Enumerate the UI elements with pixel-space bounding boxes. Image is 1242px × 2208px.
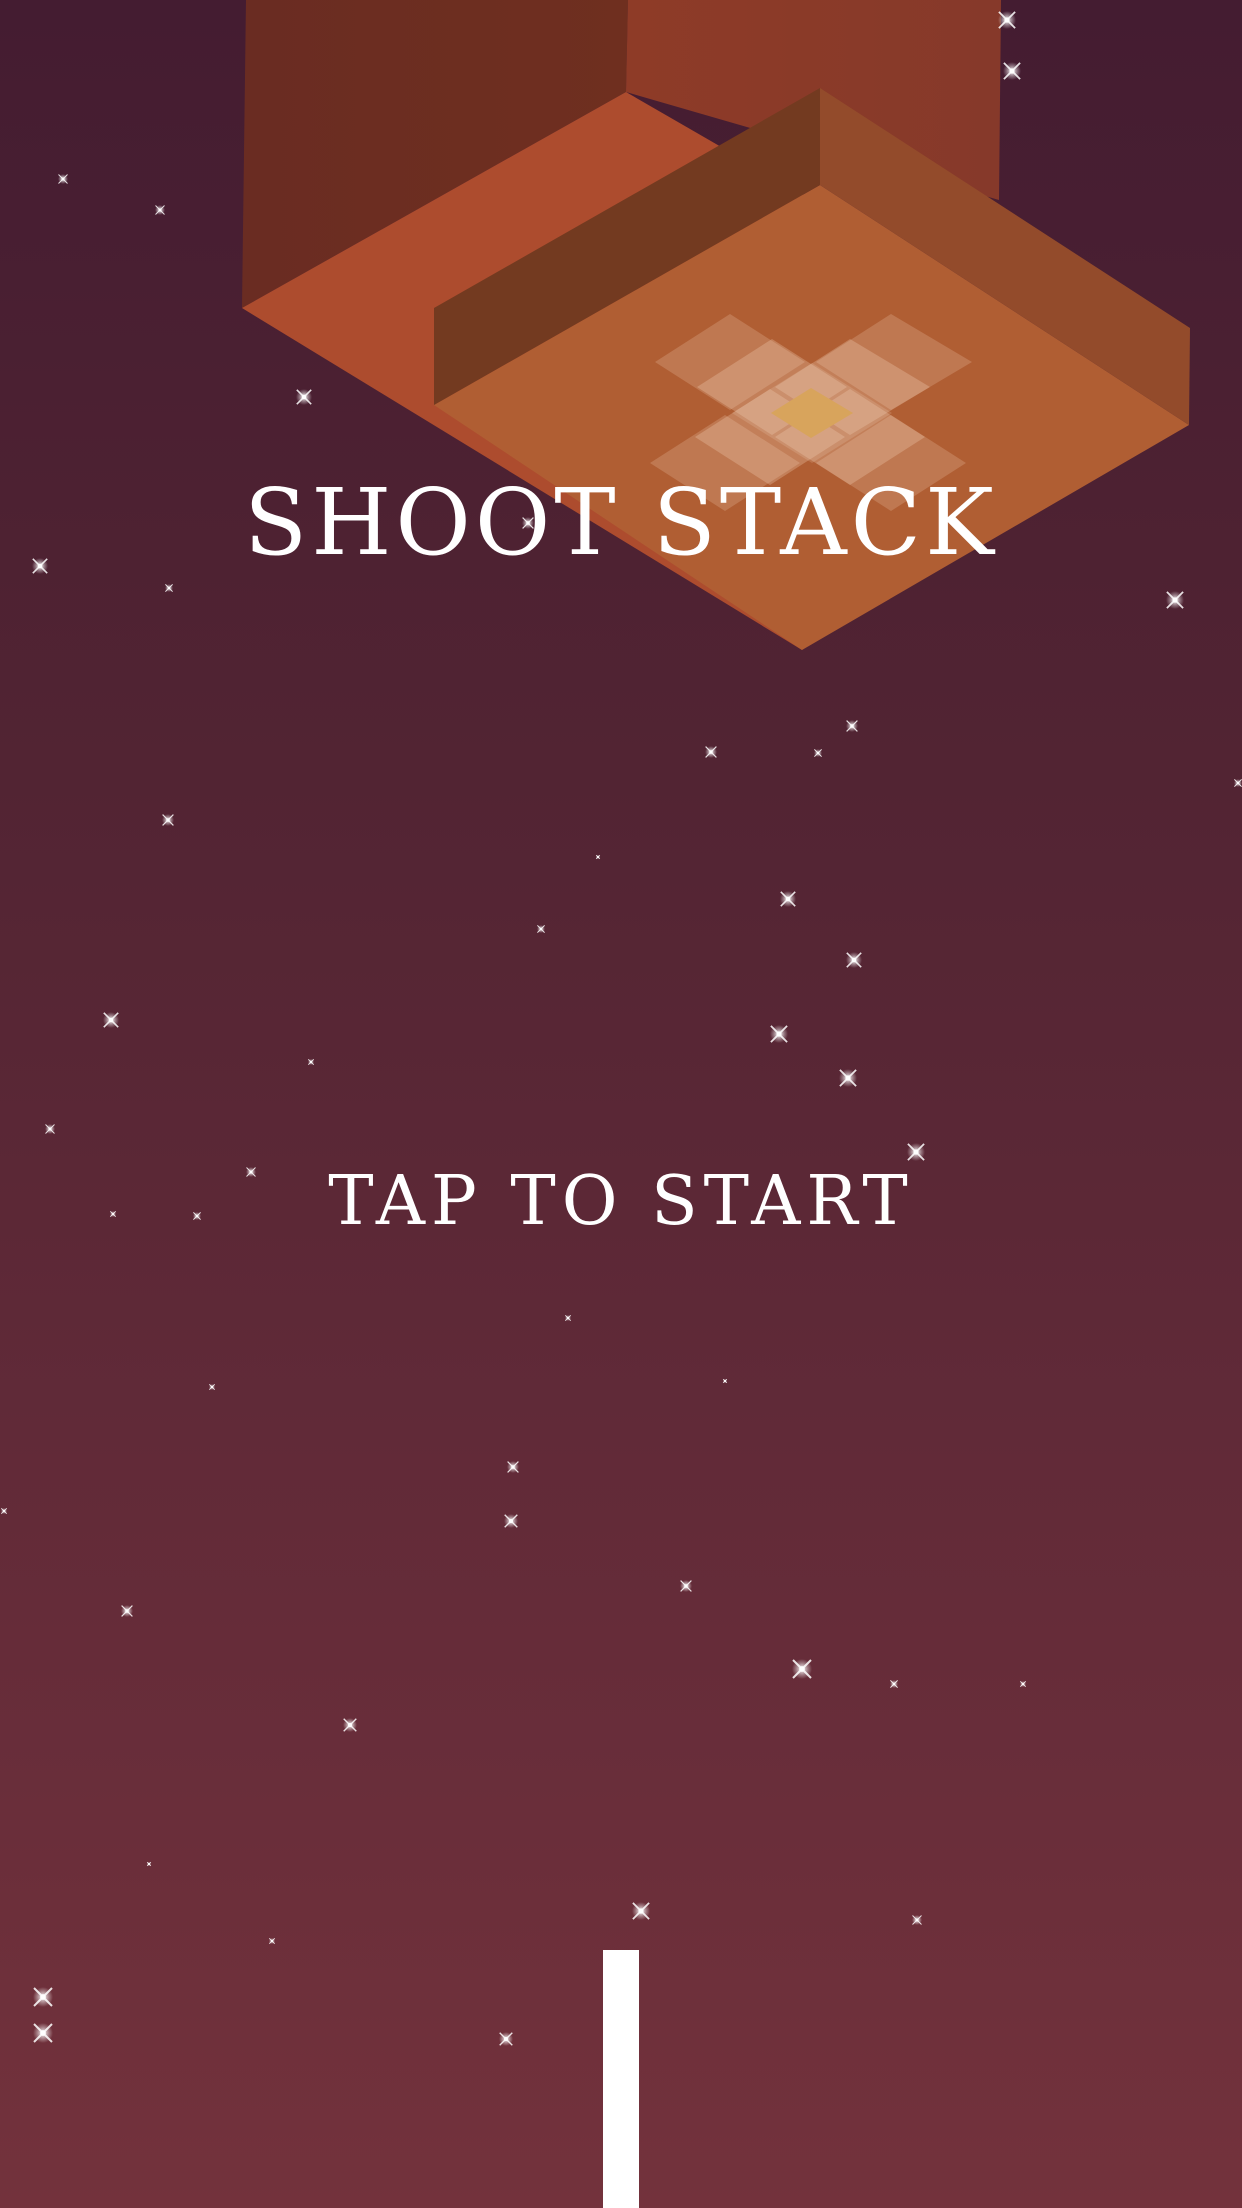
star [146, 1861, 152, 1867]
star [890, 1680, 898, 1688]
star [307, 1058, 315, 1066]
star [1234, 779, 1242, 787]
star [1166, 591, 1184, 609]
star [680, 1580, 692, 1592]
shooter-bar [603, 1950, 639, 2208]
star [504, 1514, 518, 1528]
star [722, 1378, 728, 1384]
tap-to-start-prompt[interactable]: TAP TO START [0, 1160, 1242, 1244]
star [343, 1718, 357, 1732]
star [499, 2032, 513, 2046]
star [1003, 62, 1021, 80]
star [780, 891, 796, 907]
star [912, 1915, 922, 1925]
star [770, 1025, 788, 1043]
star [103, 1012, 119, 1028]
star [839, 1069, 857, 1087]
star [632, 1902, 650, 1920]
star [705, 746, 717, 758]
star [0, 1507, 8, 1515]
star [296, 389, 312, 405]
star [846, 720, 858, 732]
star [792, 1659, 812, 1679]
star [268, 1937, 276, 1945]
star [208, 1383, 216, 1391]
star [1019, 1680, 1027, 1688]
star [33, 2023, 53, 2043]
star [155, 205, 165, 215]
star [33, 1987, 53, 2007]
star [814, 749, 822, 757]
star [507, 1461, 519, 1473]
game-scene [0, 0, 1242, 2046]
star [595, 854, 601, 860]
star [846, 952, 862, 968]
star [58, 174, 68, 184]
star [162, 814, 174, 826]
star [537, 925, 545, 933]
star [998, 11, 1016, 29]
star [121, 1605, 133, 1617]
game-title: SHOOT STACK [244, 469, 998, 576]
star [45, 1124, 55, 1134]
star [907, 1143, 925, 1161]
star [564, 1314, 572, 1322]
star [165, 584, 173, 592]
